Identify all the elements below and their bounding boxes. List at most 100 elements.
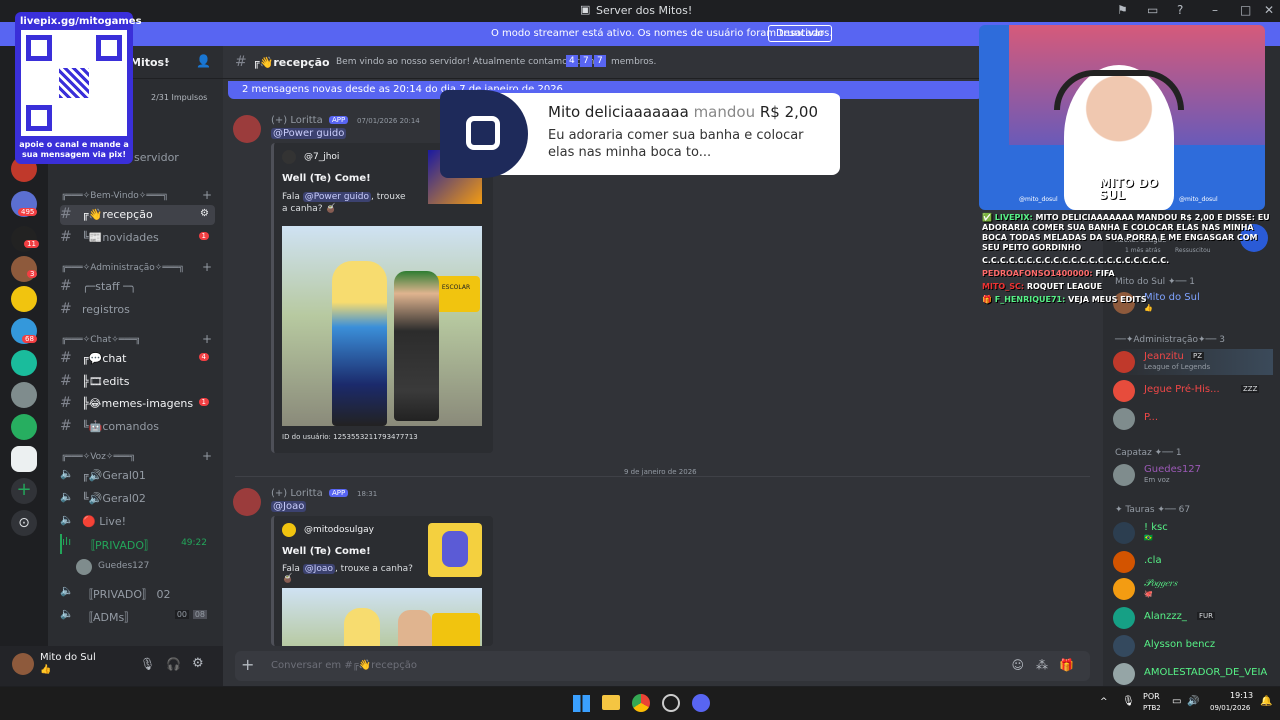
events-label[interactable]: servidor [134, 151, 179, 164]
disable-streamer-button[interactable]: Desativar [768, 25, 833, 42]
member-item[interactable]: AMOLESTADOR_DE_VEIA [1113, 661, 1273, 687]
member-item[interactable]: Alysson bencz [1113, 633, 1273, 659]
boost-progress[interactable]: 2/31 Impulsos [151, 93, 207, 102]
member-item[interactable]: P... [1113, 406, 1273, 432]
file-explorer-icon[interactable] [602, 695, 620, 710]
invite-icon[interactable]: 👤 [196, 54, 211, 68]
composer-placeholder[interactable]: Conversar em #╔👋recepção [271, 660, 417, 671]
message-author[interactable]: (+) Loritta [271, 115, 323, 126]
obs-icon[interactable] [662, 694, 680, 712]
voice-live[interactable]: 🔈 🔴 Live! [60, 512, 215, 532]
clock-date[interactable]: 09/01/2026 [1210, 704, 1250, 712]
add-channel-icon[interactable]: + [202, 188, 212, 202]
channel-staff[interactable]: # ╭─staff ─╮ [60, 277, 215, 297]
member-item[interactable]: .cla [1113, 549, 1273, 575]
server-icon[interactable] [11, 286, 37, 312]
help-icon[interactable]: ? [1177, 3, 1183, 17]
language-indicator[interactable]: POR [1143, 692, 1160, 701]
message-composer[interactable]: + Conversar em #╔👋recepção ☺ ⁂ 🎁 [235, 651, 1090, 681]
network-icon[interactable]: ▭ [1172, 696, 1181, 707]
add-server-icon[interactable]: + [11, 478, 37, 504]
emoji-icon[interactable]: ☺ [1011, 658, 1024, 672]
microphone-tray-icon[interactable]: 🎙 [1122, 696, 1135, 707]
add-channel-icon[interactable]: + [202, 332, 212, 346]
avatar[interactable] [233, 488, 261, 516]
settings-icon[interactable]: ⚙ [192, 656, 204, 671]
embed-author: @mitodosulgay [304, 525, 374, 535]
category-admin[interactable]: ╔═══✧Administração✧═══╗ [61, 263, 184, 273]
channel-chat[interactable]: # ╔💬chat 4 [60, 349, 215, 369]
member-activity: Em voz [1144, 476, 1170, 484]
headphones-icon[interactable]: 🎧 [166, 657, 181, 671]
member-item[interactable]: Jeanzitu PZ League of Legends [1113, 349, 1273, 375]
voice-adms[interactable]: 🔈 〚ADMs〛 00 08 [60, 606, 215, 626]
server-icon[interactable] [11, 226, 37, 252]
voice-count: 00 [174, 610, 189, 619]
gift-icon[interactable]: 🎁 [1059, 658, 1074, 672]
channel-comandos[interactable]: # ╚🤖comandos [60, 417, 215, 437]
embed-title: Well (Te) Come! [282, 173, 371, 184]
avatar[interactable] [233, 115, 261, 143]
server-icon[interactable] [11, 256, 37, 282]
server-icon[interactable] [11, 350, 37, 376]
voice-geral01[interactable]: 🔈 ╔🔊Geral01 [60, 466, 215, 486]
embed-thumbnail[interactable] [428, 523, 482, 577]
member-item[interactable]: Jegue Pré-His... ZZZ [1113, 378, 1273, 404]
channel-edits[interactable]: # ╠🎞edits [60, 372, 215, 392]
notification-icon[interactable]: 🔔 [1260, 696, 1272, 707]
avatar[interactable] [12, 653, 34, 675]
user-name[interactable]: Mito do Sul [40, 652, 96, 663]
category-welcome[interactable]: ╔═══✧Bem-Vindo✧═══╗ [61, 191, 168, 201]
embed-image[interactable]: ESCOLAR [282, 226, 482, 426]
category-chat[interactable]: ╔═══✧Chat✧═══╗ [61, 335, 140, 345]
category-voice[interactable]: ╔═══✧Voz✧═══╗ [61, 452, 135, 462]
microphone-icon[interactable]: 🎙 [140, 657, 155, 671]
close-button[interactable]: ✕ [1264, 3, 1274, 17]
member-item[interactable]: 𝒫𝑜𝑔𝑔𝑒𝑟𝑠 🐙 [1113, 576, 1273, 602]
attach-icon[interactable]: + [241, 655, 254, 674]
tray-chevron-icon[interactable]: ^ [1100, 697, 1108, 707]
add-channel-icon[interactable]: + [202, 449, 212, 463]
keyboard-layout[interactable]: PTB2 [1143, 704, 1161, 712]
member-item[interactable]: Alanzzz_ FUR [1113, 605, 1273, 631]
server-icon[interactable] [11, 382, 37, 408]
add-channel-icon[interactable]: + [202, 260, 212, 274]
speaker-icon: 🔈 [60, 584, 74, 597]
member-name: ! ksc [1144, 522, 1168, 533]
channel-recepcao[interactable]: # ╔👋recepção ⚙ [60, 205, 215, 225]
user-mention[interactable]: @Power guido [271, 128, 347, 139]
channel-registros[interactable]: # registros [60, 300, 215, 320]
speaker-icon: 🔈 [60, 513, 74, 526]
minimize-button[interactable]: – [1212, 3, 1218, 17]
embed-image[interactable] [282, 588, 482, 646]
channel-novidades[interactable]: # ╚📰novidades 1 [60, 228, 215, 248]
maximize-button[interactable]: □ [1240, 3, 1251, 17]
voice-privado02[interactable]: 🔈 〚PRIVADO〛 02 [60, 583, 215, 603]
hash-icon: # [60, 350, 72, 366]
settings-icon[interactable]: ⚙ [200, 208, 209, 219]
windows-start-icon[interactable] [573, 695, 590, 712]
webcam-overlay: MITO DO SUL @mito_dosul @mito_dosul [979, 25, 1265, 210]
voice-privado[interactable]: ılı 〚PRIVADO〛 49:22 [60, 534, 215, 554]
member-item[interactable]: Guedes127 Em voz [1113, 462, 1273, 488]
voice-user[interactable]: Guedes127 [76, 558, 216, 578]
volume-icon[interactable]: 🔊 [1187, 696, 1199, 707]
voice-geral02[interactable]: 🔈 ╚🔊Geral02 [60, 489, 215, 509]
user-mention[interactable]: @Joao [271, 501, 307, 512]
explore-icon[interactable]: ⊙ [11, 510, 37, 536]
hash-icon: # [60, 229, 72, 245]
server-icon[interactable] [11, 446, 37, 472]
chrome-icon[interactable] [632, 694, 650, 712]
clock-time[interactable]: 19:13 [1230, 691, 1253, 700]
apps-icon[interactable]: ⁂ [1036, 658, 1048, 672]
inbox-icon[interactable]: ⚑ [1117, 3, 1128, 17]
screen-share-icon[interactable]: ▭ [1147, 3, 1158, 17]
hash-icon: # [60, 278, 72, 294]
server-icon[interactable] [11, 414, 37, 440]
discord-taskbar-icon[interactable] [692, 694, 710, 712]
message-author[interactable]: (+) Loritta [271, 488, 323, 499]
voice-limit: 08 [192, 610, 207, 619]
channel-memes[interactable]: # ╠😂memes-imagens 1 [60, 394, 215, 414]
member-name: Guedes127 [1144, 464, 1202, 475]
member-item[interactable]: ! ksc 🇧🇷 [1113, 520, 1273, 546]
